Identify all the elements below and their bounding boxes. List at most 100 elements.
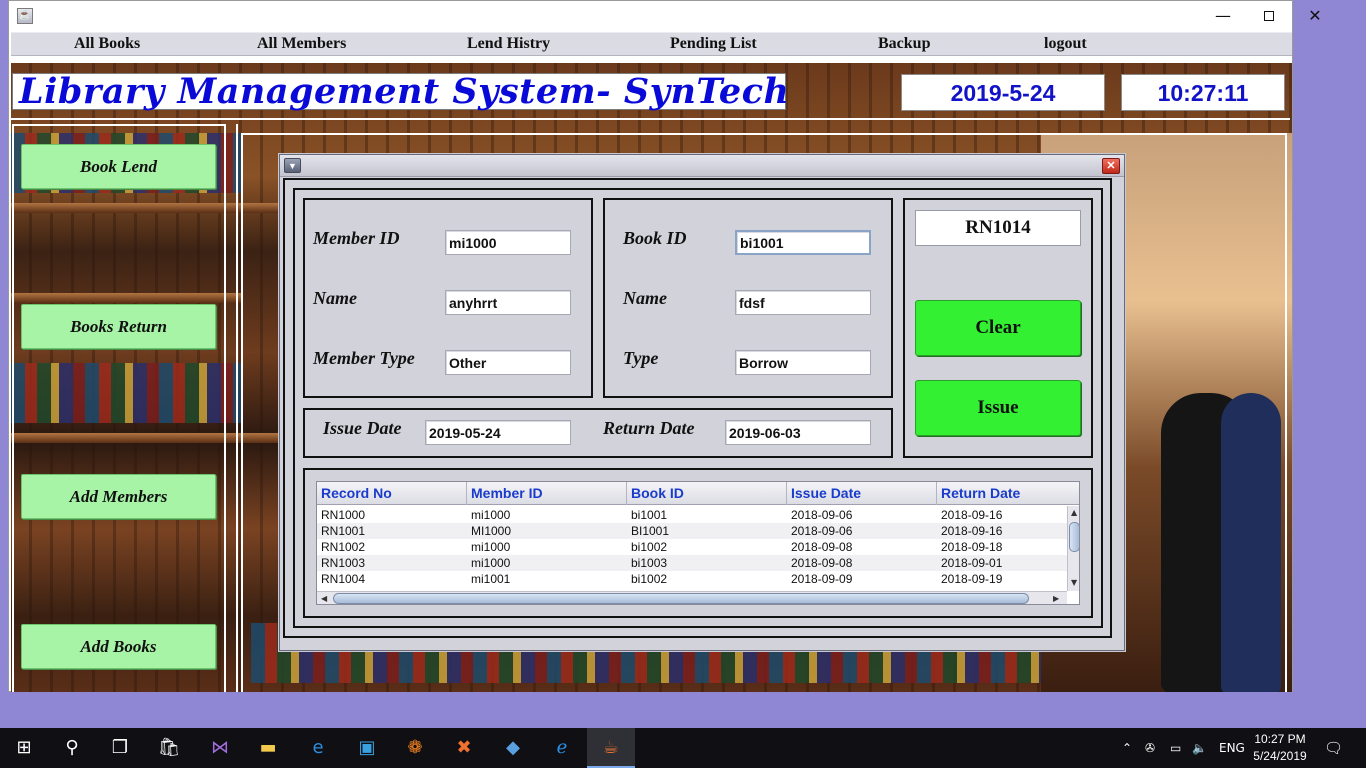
book-type-field[interactable]: Borrow — [735, 350, 871, 375]
member-id-field[interactable]: mi1000 — [445, 230, 571, 255]
current-time: 10:27:11 — [1121, 74, 1285, 111]
cell-return-date: 2018-09-16 — [941, 508, 1003, 522]
cell-record-no: RN1004 — [321, 572, 366, 586]
table-row[interactable]: RN1002 mi1000 bi1002 2018-09-08 2018-09-… — [317, 539, 1067, 555]
column-header-return-date[interactable]: Return Date — [937, 482, 1079, 505]
current-date: 2019-5-24 — [901, 74, 1105, 111]
add-members-button[interactable]: Add Members — [21, 474, 216, 519]
scroll-left-icon[interactable]: ◀ — [321, 594, 327, 603]
clear-button[interactable]: Clear — [915, 300, 1081, 356]
task-view-icon[interactable]: ❐ — [96, 728, 144, 768]
java-cup-icon[interactable]: ☕ — [17, 8, 33, 24]
cell-issue-date: 2018-09-08 — [791, 556, 853, 570]
battery-icon[interactable]: ▭ — [1170, 728, 1181, 768]
member-type-label: Member Type — [313, 348, 415, 368]
java-icon[interactable]: ☕ — [587, 728, 635, 768]
menu-all-members[interactable]: All Members — [257, 35, 346, 53]
issue-date-field[interactable]: 2019-05-24 — [425, 420, 571, 445]
edge-icon[interactable]: e — [294, 728, 342, 768]
virtualbox-icon[interactable]: ◆ — [489, 728, 537, 768]
cell-member-id: mi1000 — [471, 508, 511, 522]
clock-time: 10:27 PM — [1254, 732, 1306, 746]
uc-browser-icon[interactable]: ❁ — [391, 728, 439, 768]
menu-logout[interactable]: logout — [1044, 35, 1087, 53]
cell-issue-date: 2018-09-06 — [791, 508, 853, 522]
column-header-member-id[interactable]: Member ID — [467, 482, 627, 505]
app-title: Library Management System- SynTech — [19, 71, 790, 112]
taskbar-clock[interactable]: 10:27 PM 5/24/2019 — [1250, 731, 1310, 765]
scroll-right-icon[interactable]: ▶ — [1053, 594, 1059, 603]
add-books-button[interactable]: Add Books — [21, 624, 216, 669]
file-explorer-icon[interactable]: ▬ — [244, 728, 292, 768]
cell-issue-date: 2018-09-08 — [791, 540, 853, 554]
language-indicator[interactable]: ENG — [1219, 728, 1245, 768]
cell-return-date: 2018-09-19 — [941, 572, 1003, 586]
return-date-field[interactable]: 2019-06-03 — [725, 420, 871, 445]
table-vertical-scrollbar[interactable]: ▲ ▼ — [1067, 506, 1079, 591]
books-return-button[interactable]: Books Return — [21, 304, 216, 349]
menu-bar: All Books All Members Lend Histry Pendin… — [11, 32, 1292, 56]
notifications-icon[interactable]: 🗨 — [1324, 728, 1343, 768]
book-name-field[interactable]: fdsf — [735, 290, 871, 315]
xampp-icon[interactable]: ✖ — [440, 728, 488, 768]
column-header-record-no[interactable]: Record No — [317, 482, 467, 505]
cell-member-id: mi1000 — [471, 556, 511, 570]
menu-all-books[interactable]: All Books — [74, 35, 140, 53]
menu-pending-list[interactable]: Pending List — [670, 35, 757, 53]
app-icon[interactable]: ▣ — [343, 728, 391, 768]
cell-issue-date: 2018-09-06 — [791, 524, 853, 538]
maximize-button[interactable] — [1246, 1, 1292, 31]
book-id-field[interactable]: bi1001 — [735, 230, 871, 255]
search-icon[interactable]: ⚲ — [48, 728, 96, 768]
cell-return-date: 2018-09-18 — [941, 540, 1003, 554]
cell-book-id: bi1003 — [631, 556, 668, 570]
cell-member-id: mi1001 — [471, 572, 511, 586]
vertical-scroll-thumb[interactable] — [1069, 522, 1079, 552]
book-lend-button[interactable]: Book Lend — [21, 144, 216, 189]
sidebar-frame — [12, 124, 226, 692]
book-name-label: Name — [623, 288, 667, 308]
table-row[interactable]: RN1003 mi1000 bi1003 2018-09-08 2018-09-… — [317, 555, 1067, 571]
sidebar-divider — [236, 124, 238, 692]
horizontal-scroll-thumb[interactable] — [333, 593, 1029, 604]
clock-date: 5/24/2019 — [1253, 749, 1307, 763]
column-header-book-id[interactable]: Book ID — [627, 482, 787, 505]
column-header-issue-date[interactable]: Issue Date — [787, 482, 937, 505]
network-icon[interactable]: ✇ — [1145, 728, 1155, 768]
dialog-menu-icon[interactable]: ▼ — [284, 158, 301, 173]
header-divider — [10, 118, 1290, 120]
table-row[interactable]: RN1000 mi1000 bi1001 2018-09-06 2018-09-… — [317, 507, 1067, 523]
close-button[interactable]: ✕ — [1292, 1, 1338, 31]
windows-start-icon[interactable]: ⊞ — [0, 728, 48, 768]
app-title-box: Library Management System- SynTech — [12, 71, 790, 112]
issue-button[interactable]: Issue — [915, 380, 1081, 436]
table-row[interactable]: RN1004 mi1001 bi1002 2018-09-09 2018-09-… — [317, 571, 1067, 587]
maximize-icon — [1264, 11, 1274, 21]
volume-icon[interactable]: 🔈 — [1192, 728, 1207, 768]
dialog-close-button[interactable]: ✕ — [1102, 158, 1120, 174]
menu-lend-history[interactable]: Lend Histry — [467, 35, 550, 53]
visual-studio-icon[interactable]: ⋈ — [196, 728, 244, 768]
menu-backup[interactable]: Backup — [878, 35, 930, 53]
issue-date-label: Issue Date — [323, 418, 402, 438]
cell-record-no: RN1003 — [321, 556, 366, 570]
cell-record-no: RN1000 — [321, 508, 366, 522]
cell-book-id: bi1002 — [631, 540, 668, 554]
cell-return-date: 2018-09-01 — [941, 556, 1003, 570]
table-horizontal-scrollbar[interactable]: ◀ ▶ — [317, 591, 1067, 604]
show-hidden-icons-icon[interactable]: ⌃ — [1122, 728, 1132, 768]
member-name-field[interactable]: anyhrrt — [445, 290, 571, 315]
internet-explorer-icon[interactable]: ℯ — [538, 728, 586, 768]
scroll-down-icon[interactable]: ▼ — [1071, 578, 1077, 587]
cell-member-id: mi1000 — [471, 540, 511, 554]
cell-book-id: bi1002 — [631, 572, 668, 586]
member-id-label: Member ID — [313, 228, 400, 248]
cell-record-no: RN1002 — [321, 540, 366, 554]
record-number-field: RN1014 — [915, 210, 1081, 246]
minimize-button[interactable]: — — [1200, 1, 1246, 31]
dialog-title-bar[interactable]: ▼ ✕ — [280, 155, 1124, 177]
store-icon[interactable]: 🛍 — [145, 728, 193, 768]
scroll-up-icon[interactable]: ▲ — [1071, 508, 1077, 517]
table-row[interactable]: RN1001 MI1000 BI1001 2018-09-06 2018-09-… — [317, 523, 1067, 539]
member-type-field[interactable]: Other — [445, 350, 571, 375]
